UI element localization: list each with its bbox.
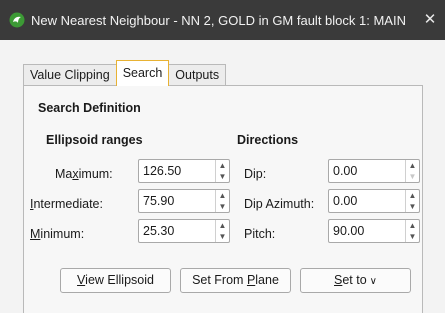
chevron-up-icon[interactable]: ▲ [216, 160, 229, 171]
view-ellipsoid-button[interactable]: View Ellipsoid [60, 268, 171, 293]
ellipsoid-ranges-title: Ellipsoid ranges [46, 133, 143, 147]
set-to-button[interactable]: Set to ∨ [300, 268, 411, 293]
search-panel: Search Definition Ellipsoid ranges Direc… [23, 85, 423, 313]
maximum-spinbox: ▲ ▼ [138, 159, 230, 183]
leapfrog-logo-icon [9, 12, 25, 28]
maximum-input[interactable] [139, 160, 215, 182]
chevron-up-icon[interactable]: ▲ [216, 220, 229, 231]
chevron-up-icon[interactable]: ▲ [406, 220, 419, 231]
chevron-up-icon[interactable]: ▲ [406, 190, 419, 201]
dip-azimuth-spinbox: ▲ ▼ [328, 189, 420, 213]
maximum-label: Maximum: [55, 167, 113, 181]
chevron-down-icon[interactable]: ▼ [406, 201, 419, 212]
dip-label: Dip: [244, 167, 267, 181]
window-title: New Nearest Neighbour - NN 2, GOLD in GM… [31, 13, 406, 28]
minimum-label: Minimum: [30, 227, 85, 241]
set-from-plane-button[interactable]: Set From Plane [180, 268, 291, 293]
minimum-spinbox: ▲ ▼ [138, 219, 230, 243]
tab-value-clipping[interactable]: Value Clipping [23, 64, 117, 86]
chevron-down-icon[interactable]: ▼ [216, 171, 229, 182]
close-icon[interactable]: ✕ [419, 9, 441, 31]
chevron-down-icon[interactable]: ▼ [406, 171, 419, 182]
dip-azimuth-input[interactable] [329, 190, 405, 212]
tab-bar: Value Clipping Search Outputs [23, 60, 227, 86]
dip-azimuth-label: Dip Azimuth: [244, 197, 315, 211]
tab-search[interactable]: Search [115, 60, 170, 86]
chevron-down-icon: ∨ [369, 276, 377, 287]
chevron-up-icon[interactable]: ▲ [216, 190, 229, 201]
chevron-down-icon[interactable]: ▼ [216, 231, 229, 242]
pitch-spinbox: ▲ ▼ [328, 219, 420, 243]
dialog-content: Value Clipping Search Outputs Search Def… [0, 40, 445, 313]
tab-outputs[interactable]: Outputs [168, 64, 227, 86]
chevron-up-icon[interactable]: ▲ [406, 160, 419, 171]
dip-input[interactable] [329, 160, 405, 182]
dip-spinbox: ▲ ▼ [328, 159, 420, 183]
chevron-down-icon[interactable]: ▼ [216, 201, 229, 212]
title-bar: New Nearest Neighbour - NN 2, GOLD in GM… [0, 0, 445, 40]
pitch-input[interactable] [329, 220, 405, 242]
intermediate-label: Intermediate: [30, 197, 103, 211]
section-title: Search Definition [38, 101, 141, 115]
directions-title: Directions [237, 133, 299, 147]
chevron-down-icon[interactable]: ▼ [406, 231, 419, 242]
minimum-input[interactable] [139, 220, 215, 242]
intermediate-input[interactable] [139, 190, 215, 212]
intermediate-spinbox: ▲ ▼ [138, 189, 230, 213]
pitch-label: Pitch: [244, 227, 276, 241]
